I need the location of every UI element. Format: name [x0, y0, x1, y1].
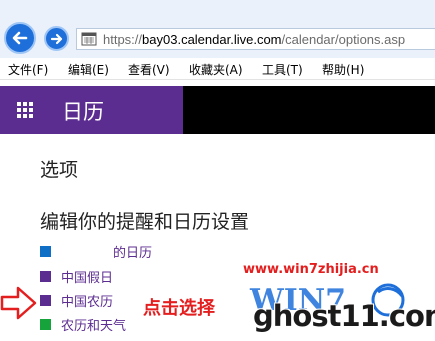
calendar-item[interactable]: 的日历 — [40, 242, 152, 261]
calendar-link[interactable]: 农历和天气 — [61, 315, 126, 334]
url-text: https://bay03.calendar.live.com/calendar… — [103, 32, 405, 47]
page-icon — [81, 32, 97, 46]
calendar-color-swatch — [40, 294, 51, 306]
section-title: 编辑你的提醒和日历设置 — [40, 211, 250, 233]
calendar-color-swatch — [40, 318, 51, 330]
calendar-item[interactable]: 农历和天气 — [40, 315, 126, 334]
app-title[interactable]: 日历 — [62, 96, 104, 126]
app-header-brand: 日历 — [0, 86, 183, 134]
menu-favorites[interactable]: 收藏夹(A) — [189, 61, 243, 78]
menu-help[interactable]: 帮助(H) — [322, 61, 364, 78]
url-field[interactable]: https://bay03.calendar.live.com/calendar… — [76, 28, 435, 50]
calendar-link[interactable]: 的日历 — [113, 242, 152, 261]
url-prefix: https:// — [103, 31, 143, 47]
menu-view[interactable]: 查看(V) — [128, 61, 170, 78]
app-header: 日历 — [0, 86, 435, 134]
menu-bar: 文件(F) 编辑(E) 查看(V) 收藏夹(A) 工具(T) 帮助(H) — [0, 58, 435, 80]
watermark-url: www.win7zhijia.cn — [243, 262, 379, 277]
back-button[interactable] — [4, 22, 36, 54]
menu-tools[interactable]: 工具(T) — [262, 61, 303, 78]
back-arrow-icon — [12, 31, 28, 45]
calendar-color-swatch — [40, 270, 51, 282]
app-launcher-button[interactable] — [0, 86, 50, 134]
calendar-link[interactable]: 中国假日 — [61, 267, 113, 286]
forward-arrow-icon — [50, 33, 62, 44]
calendar-item[interactable]: 中国农历 — [40, 291, 113, 310]
waffle-icon — [17, 102, 33, 118]
forward-button[interactable] — [44, 26, 69, 51]
browser-address-bar: https://bay03.calendar.live.com/calendar… — [0, 0, 435, 58]
menu-file[interactable]: 文件(F) — [8, 61, 48, 78]
calendar-item[interactable]: 中国假日 — [40, 267, 113, 286]
url-host: bay03.calendar.live.com — [142, 31, 282, 47]
calendar-link[interactable]: 中国农历 — [61, 291, 113, 310]
url-path: /calendar/options.asp — [281, 31, 406, 47]
menu-edit[interactable]: 编辑(E) — [68, 61, 109, 78]
outline-arrow-icon — [0, 286, 37, 320]
annotation-text: 点击选择 — [143, 298, 215, 319]
page-title: 选项 — [40, 159, 79, 181]
watermark-brand: ghost11.com — [253, 299, 435, 333]
calendar-color-swatch — [40, 245, 51, 257]
